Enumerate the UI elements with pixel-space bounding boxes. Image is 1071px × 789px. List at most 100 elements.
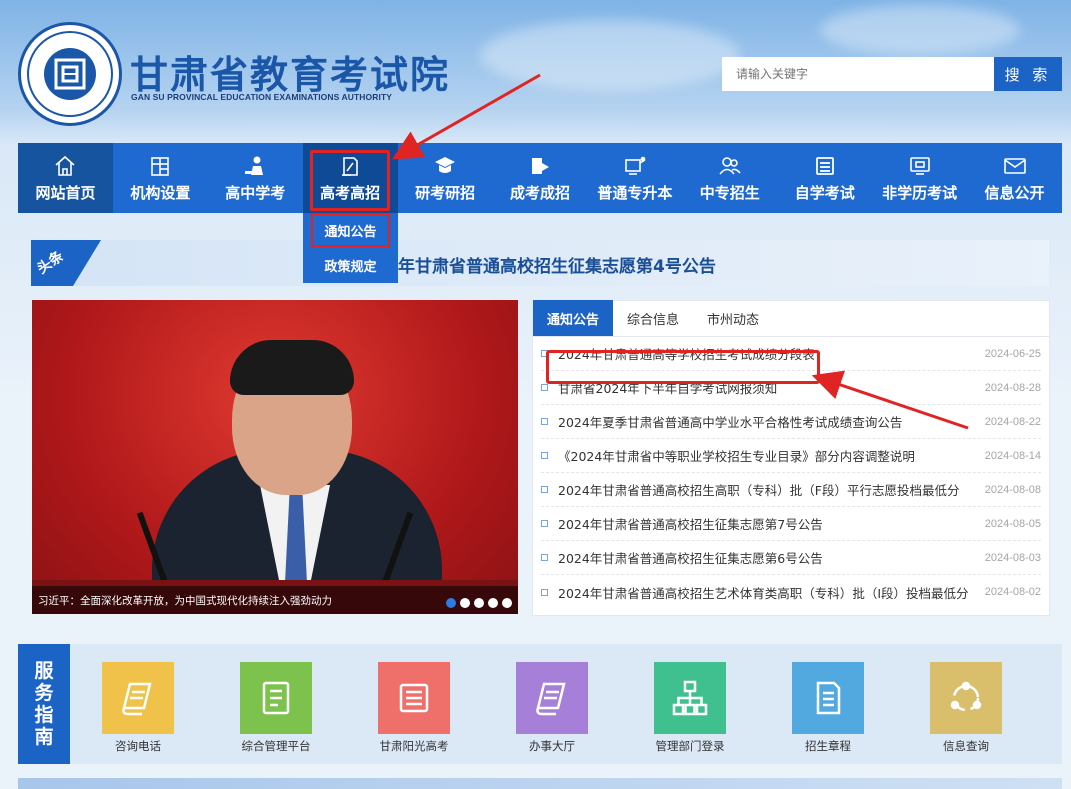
notice-row[interactable]: 2024年甘肃省普通高校招生征集志愿第6号公告 2024-08-03: [541, 541, 1041, 575]
nav-label: 信息公开: [984, 184, 1045, 202]
nav-item-vocational[interactable]: 中专招生: [682, 143, 777, 213]
board-icon: [623, 153, 647, 179]
notice-title[interactable]: 2024年甘肃省普通高校招生艺术体育类高职（专科）批（I段）投档最低分: [558, 583, 977, 602]
scroll-icon: [516, 662, 588, 734]
graduation-cap-icon: [433, 153, 457, 179]
site-logo[interactable]: [18, 22, 122, 126]
notice-title[interactable]: 2024年甘肃省普通高校招生征集志愿第7号公告: [558, 514, 977, 533]
notice-date: 2024-08-14: [984, 449, 1041, 462]
tab-general-info[interactable]: 综合信息: [613, 300, 693, 336]
nav-item-highschool[interactable]: 高中学考: [208, 143, 303, 213]
logo-ring: [27, 31, 113, 117]
notice-title[interactable]: 2024年甘肃省普通高校招生征集志愿第6号公告: [558, 548, 977, 567]
services-section: 服 务 指 南 咨询电话 综合管理平台 甘肃阳光高考 办事大厅 管理部门登录 招…: [18, 644, 1062, 764]
gaokao-dropdown: 通知公告 政策规定: [303, 213, 398, 283]
document-icon: [792, 662, 864, 734]
service-label: 综合管理平台: [241, 739, 311, 753]
nav-item-org[interactable]: 机构设置: [113, 143, 208, 213]
notice-title[interactable]: 2024年夏季甘肃省普通高中学业水平合格性考试成绩查询公告: [558, 412, 977, 431]
nav-label: 高中学考: [225, 184, 286, 202]
photo-hair: [230, 340, 354, 395]
notice-row[interactable]: 2024年甘肃省普通高校招生征集志愿第7号公告 2024-08-05: [541, 507, 1041, 541]
notice-row[interactable]: 《2024年甘肃省中等职业学校招生专业目录》部分内容调整说明 2024-08-14: [541, 439, 1041, 473]
notice-row[interactable]: 2024年甘肃省普通高校招生高职（专科）批（F段）平行志愿投档最低分 2024-0…: [541, 473, 1041, 507]
notice-date: 2024-08-08: [984, 483, 1041, 496]
bullet-icon: [541, 588, 548, 596]
building-icon: [149, 153, 171, 179]
services-label-char: 务: [34, 682, 54, 704]
carousel-dot[interactable]: [474, 598, 484, 608]
nav-label: 成考成招: [509, 184, 570, 202]
nav-label: 机构设置: [130, 184, 191, 202]
dropdown-item-notices[interactable]: 通知公告: [311, 213, 390, 247]
nav-item-selfstudy[interactable]: 自学考试: [777, 143, 872, 213]
nav-item-home[interactable]: 网站首页: [18, 143, 113, 213]
headline-link[interactable]: 年甘肃省普通高校招生征集志愿第4号公告: [398, 252, 716, 277]
carousel-dots: [446, 598, 512, 608]
service-platform[interactable]: 综合管理平台: [226, 662, 326, 754]
notepad-icon: [240, 662, 312, 734]
service-query[interactable]: 信息查询: [916, 662, 1016, 754]
service-label: 管理部门登录: [655, 739, 725, 753]
services-label: 服 务 指 南: [18, 644, 70, 764]
bullet-icon: [541, 452, 548, 459]
notice-title[interactable]: 《2024年甘肃省中等职业学校招生专业目录》部分内容调整说明: [558, 446, 977, 465]
service-sunshine[interactable]: 甘肃阳光高考: [364, 662, 464, 754]
home-icon: [54, 153, 76, 179]
cloud-decoration: [820, 5, 1020, 55]
carousel-dot[interactable]: [446, 598, 456, 608]
notice-date: 2024-08-22: [984, 415, 1041, 428]
notice-date: 2024-08-05: [984, 517, 1041, 530]
services-label-char: 指: [34, 704, 54, 726]
bullet-icon: [541, 486, 548, 493]
notice-tabs: 通知公告 综合信息 市州动态: [533, 300, 1049, 337]
site-title: 甘肃省教育考试院: [130, 53, 451, 97]
service-label: 办事大厅: [529, 739, 575, 753]
nav-item-adult[interactable]: 成考成招: [493, 143, 588, 213]
bullet-icon: [541, 384, 548, 391]
service-label: 咨询电话: [115, 739, 161, 753]
services-label-char: 服: [34, 660, 54, 682]
carousel-caption[interactable]: 习近平：全面深化改革开放，为中国式现代化持续注入强劲动力: [38, 593, 332, 608]
service-hotline[interactable]: 咨询电话: [88, 662, 188, 754]
services-label-char: 南: [34, 726, 54, 748]
nav-item-nondegree[interactable]: 非学历考试: [872, 143, 967, 213]
nav-label: 研考研招: [415, 184, 476, 202]
footer-banner: [18, 778, 1062, 789]
service-hall[interactable]: 办事大厅: [502, 662, 602, 754]
tab-city-news[interactable]: 市州动态: [693, 300, 773, 336]
service-admin-login[interactable]: 管理部门登录: [640, 662, 740, 754]
news-carousel[interactable]: 习近平：全面深化改革开放，为中国式现代化持续注入强劲动力: [32, 300, 518, 614]
nav-item-postgrad[interactable]: 研考研招: [398, 143, 493, 213]
bullet-icon: [541, 418, 548, 425]
nav-item-upgrade[interactable]: 普通专升本: [587, 143, 682, 213]
student-icon: [243, 153, 267, 179]
dropdown-item-policies[interactable]: 政策规定: [303, 247, 398, 283]
tab-notices[interactable]: 通知公告: [533, 300, 614, 336]
bullet-icon: [541, 554, 548, 561]
people-icon: [718, 153, 742, 179]
list-doc-icon: [378, 662, 450, 734]
carousel-dot[interactable]: [460, 598, 470, 608]
main-nav: 网站首页 机构设置 高中学考 高考高招 研考研招 成考成招 普通专升本 中专招生…: [18, 143, 1062, 213]
nav-label: 中专招生: [699, 184, 760, 202]
nav-label: 普通专升本: [597, 184, 673, 202]
annotation-highlight-row: [546, 350, 820, 384]
search-button[interactable]: 搜 索: [994, 57, 1062, 91]
carousel-dot[interactable]: [502, 598, 512, 608]
carousel-dot[interactable]: [488, 598, 498, 608]
nav-label: 非学历考试: [882, 184, 958, 202]
nav-item-disclosure[interactable]: 信息公开: [967, 143, 1062, 213]
org-chart-icon: [654, 662, 726, 734]
search-input[interactable]: [722, 57, 994, 91]
notice-panel: 通知公告 综合信息 市州动态 2024年甘肃普通高等学校招生考试成绩分段表 202…: [532, 300, 1050, 616]
notice-row[interactable]: 2024年甘肃省普通高校招生艺术体育类高职（专科）批（I段）投档最低分 2024-…: [541, 575, 1041, 609]
service-label: 招生章程: [805, 739, 851, 753]
notice-title[interactable]: 2024年甘肃省普通高校招生高职（专科）批（F段）平行志愿投档最低分: [558, 480, 977, 499]
service-label: 信息查询: [943, 739, 989, 753]
notice-date: 2024-08-02: [984, 586, 1041, 598]
bullet-icon: [541, 520, 548, 527]
annotation-highlight-nav: [310, 150, 390, 211]
service-charter[interactable]: 招生章程: [778, 662, 878, 754]
notice-row[interactable]: 2024年夏季甘肃省普通高中学业水平合格性考试成绩查询公告 2024-08-22: [541, 405, 1041, 439]
